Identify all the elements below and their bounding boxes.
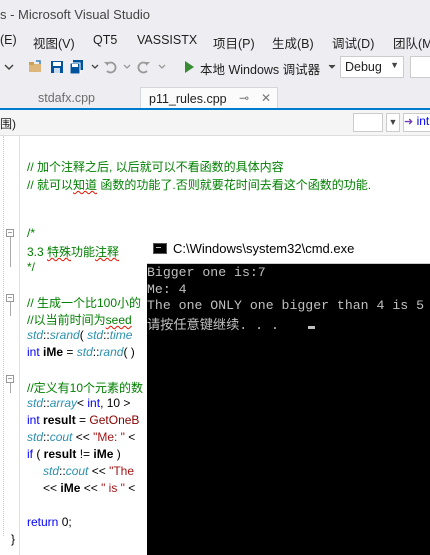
tab-label: p11_rules.cpp <box>149 92 227 106</box>
code-line: /* <box>27 226 36 240</box>
console-icon <box>153 243 167 254</box>
code-line: // 加个注释之后, 以后就可以不看函数的具体内容 <box>27 160 284 174</box>
code-line: << iMe << " is " < <box>43 481 136 495</box>
chevron-down-icon: ▼ <box>390 60 399 70</box>
redo-icon[interactable] <box>137 60 151 74</box>
navigation-bar: 围) ▼ ➜ int r <box>0 110 430 136</box>
tab-p11-rules[interactable]: p11_rules.cpp ⊸ ✕ <box>140 87 278 110</box>
editor-gutter: − − − <box>0 136 20 555</box>
platform-select[interactable] <box>410 56 430 78</box>
scope-dropdown[interactable] <box>353 113 383 132</box>
dropdown-icon[interactable] <box>88 60 102 74</box>
title-bar: s - Microsoft Visual Studio <box>0 0 430 30</box>
function-icon: ➜ <box>404 116 414 128</box>
code-line: std::cout << "The <box>43 464 134 478</box>
code-line: */ <box>27 260 36 274</box>
dropdown-icon[interactable] <box>325 60 339 74</box>
toolbar: 本地 Windows 调试器 Debug ▼ <box>0 52 430 82</box>
run-target-label[interactable]: 本地 Windows 调试器 <box>200 59 320 78</box>
open-folder-icon[interactable] <box>28 60 42 74</box>
document-tabs: stdafx.cpp p11_rules.cpp ⊸ ✕ <box>0 82 430 110</box>
console-title: C:\Windows\system32\cmd.exe <box>173 241 355 256</box>
fold-line <box>10 237 11 267</box>
dropdown-icon[interactable] <box>120 60 134 74</box>
project-scope-label[interactable]: 围) <box>0 115 16 132</box>
menu-view[interactable]: 视图(V) <box>33 33 75 52</box>
undo-icon[interactable] <box>103 60 117 74</box>
fold-line <box>10 302 11 316</box>
console-line: The one ONLY one bigger than 4 is 5 <box>147 298 424 313</box>
fold-toggle-icon[interactable]: − <box>6 229 14 237</box>
dropdown-icon[interactable] <box>155 60 169 74</box>
menu-qt5[interactable]: QT5 <box>93 33 117 47</box>
console-title-bar[interactable]: C:\Windows\system32\cmd.exe <box>147 234 430 264</box>
code-line: if ( result != iMe ) <box>27 447 121 461</box>
console-cursor <box>308 326 315 329</box>
console-output: Bigger one is:7 Me: 4 The one ONLY one b… <box>147 264 430 555</box>
console-line: 请按任意键继续. . . <box>147 318 279 333</box>
code-line: // 生成一个比100小的 <box>27 296 142 310</box>
close-icon[interactable]: ✕ <box>261 91 271 105</box>
start-debugging-icon[interactable] <box>182 60 196 74</box>
save-icon[interactable] <box>50 60 64 74</box>
fold-line <box>10 383 11 393</box>
pin-icon[interactable]: ⊸ <box>239 91 249 105</box>
menu-edit[interactable]: (E) <box>0 33 17 47</box>
configuration-value: Debug <box>345 60 382 74</box>
console-line: Me: 4 <box>147 282 187 297</box>
console-window[interactable]: C:\Windows\system32\cmd.exe Bigger one i… <box>147 234 430 555</box>
scope-guide <box>3 136 4 536</box>
code-line: int result = GetOneB <box>27 413 140 427</box>
save-all-icon[interactable] <box>70 60 84 74</box>
code-line: std::array< int, 10 > <box>27 396 131 410</box>
function-signature: int r <box>416 114 430 128</box>
code-line: 3.3 特殊功能注释 <box>27 245 120 259</box>
chevron-down-icon[interactable]: ▼ <box>386 113 400 132</box>
code-line: // 就可以知道 函数的功能了.否则就要花时间去看这个函数的功能. <box>27 178 372 192</box>
code-line: } <box>11 532 16 546</box>
fold-toggle-icon[interactable]: − <box>6 375 14 383</box>
menu-vassistx[interactable]: VASSISTX <box>137 33 197 47</box>
code-line: //以当前时间为seed <box>27 313 132 327</box>
menu-bar: (E) 视图(V) QT5 VASSISTX 项目(P) 生成(B) 调试(D)… <box>0 30 430 52</box>
solution-configuration-select[interactable]: Debug ▼ <box>340 56 404 78</box>
code-line: return 0; <box>27 515 72 529</box>
code-line: std::srand( std::time <box>27 328 133 342</box>
console-line: Bigger one is:7 <box>147 265 266 280</box>
menu-project[interactable]: 项目(P) <box>213 33 255 52</box>
window-title: s - Microsoft Visual Studio <box>0 7 151 22</box>
dropdown-icon[interactable] <box>2 60 16 74</box>
tab-label: stdafx.cpp <box>38 91 95 105</box>
code-line: std::cout << "Me: " < <box>27 430 136 444</box>
menu-debug[interactable]: 调试(D) <box>332 33 374 52</box>
fold-toggle-icon[interactable]: − <box>6 294 14 302</box>
code-line: int iMe = std::rand( ) <box>27 345 135 359</box>
menu-team[interactable]: 团队(M <box>393 33 430 52</box>
tab-stdafx[interactable]: stdafx.cpp <box>30 87 130 110</box>
code-line: //定义有10个元素的数 <box>27 381 144 395</box>
menu-build[interactable]: 生成(B) <box>272 33 314 52</box>
function-dropdown[interactable]: ➜ int r <box>403 113 430 132</box>
